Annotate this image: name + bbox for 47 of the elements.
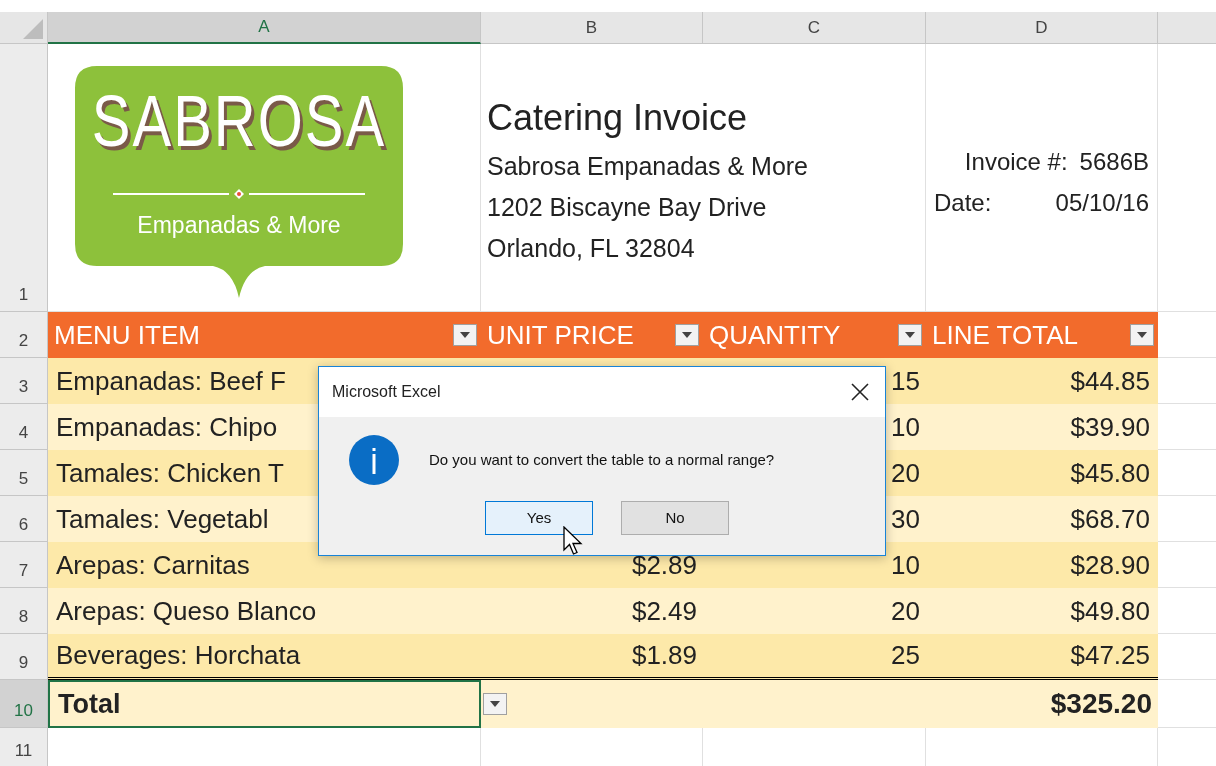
invoice-date: 05/10/16 xyxy=(1055,187,1149,218)
unit-price-cell: $1.89 xyxy=(481,634,703,680)
column-title: QUANTITY xyxy=(709,318,842,352)
logo-tagline: Empanadas & More xyxy=(137,211,341,240)
row-number[interactable]: 6 xyxy=(0,496,48,542)
quantity-cell: 20 xyxy=(703,588,926,634)
total-label-cell[interactable]: Total xyxy=(48,680,481,728)
quantity-cell: 25 xyxy=(703,634,926,680)
column-header[interactable]: A xyxy=(48,12,481,44)
column-header[interactable]: B xyxy=(481,12,703,44)
invoice-number: 5686B xyxy=(1079,146,1149,177)
address-line: 1202 Biscayne Bay Drive xyxy=(487,192,768,223)
column-title: MENU ITEM xyxy=(54,318,201,352)
row-number[interactable]: 7 xyxy=(0,542,48,588)
row-number[interactable]: 3 xyxy=(0,358,48,404)
address-line: Orlando, FL 32804 xyxy=(487,233,696,264)
line-total-cell: $68.70 xyxy=(926,496,1158,542)
row-number[interactable]: 2 xyxy=(0,312,48,358)
row-number[interactable]: 1 xyxy=(0,44,48,312)
column-header[interactable]: C xyxy=(703,12,926,44)
row-number[interactable]: 9 xyxy=(0,634,48,680)
dialog-title: Microsoft Excel xyxy=(332,382,441,402)
row-number[interactable]: 11 xyxy=(0,728,48,766)
line-total-cell: $39.90 xyxy=(926,404,1158,450)
dialog-button[interactable]: No xyxy=(621,501,729,535)
menu-item-cell: Arepas: Queso Blanco xyxy=(48,588,481,634)
invoice-number-label: Invoice #: xyxy=(964,146,1068,177)
address-line: Sabrosa Empanadas & More xyxy=(487,151,809,182)
dialog-button[interactable]: Yes xyxy=(485,501,593,535)
column-title: UNIT PRICE xyxy=(487,318,635,352)
grand-total-cell: $325.20 xyxy=(926,680,1158,728)
column-header[interactable]: D xyxy=(926,12,1158,44)
column-title: LINE TOTAL xyxy=(932,318,1079,352)
invoice-title: Catering Invoice xyxy=(487,96,749,140)
line-total-cell: $44.85 xyxy=(926,358,1158,404)
date-label: Date: xyxy=(934,187,992,218)
row-number[interactable]: 4 xyxy=(0,404,48,450)
logo-title: SABROSA xyxy=(91,84,387,158)
menu-item-cell: Beverages: Horchata xyxy=(48,634,481,680)
line-total-cell: $47.25 xyxy=(926,634,1158,680)
row-number[interactable]: 5 xyxy=(0,450,48,496)
line-total-cell: $49.80 xyxy=(926,588,1158,634)
row-number[interactable]: 10 xyxy=(0,680,48,728)
line-total-cell: $45.80 xyxy=(926,450,1158,496)
line-total-cell: $28.90 xyxy=(926,542,1158,588)
unit-price-cell: $2.49 xyxy=(481,588,703,634)
row-number[interactable]: 8 xyxy=(0,588,48,634)
